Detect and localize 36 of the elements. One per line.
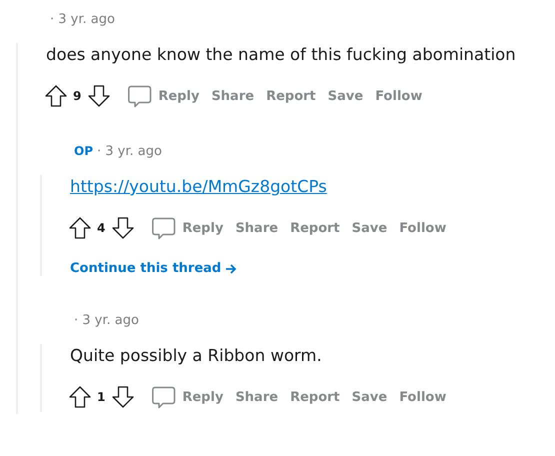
comment-icon bbox=[128, 84, 152, 108]
timestamp: · 3 yr. ago bbox=[97, 144, 162, 158]
continue-thread-link[interactable]: Continue this thread bbox=[70, 261, 238, 276]
comment-text: Quite possibly a Ribbon worm. bbox=[70, 345, 322, 367]
vote-count: 9 bbox=[73, 89, 82, 103]
upvote-icon[interactable] bbox=[69, 217, 91, 239]
reply-button[interactable]: Reply bbox=[148, 216, 228, 240]
vote-count: 1 bbox=[97, 390, 106, 404]
timestamp: · 3 yr. ago bbox=[74, 312, 139, 328]
action-button[interactable]: Report bbox=[286, 220, 344, 236]
downvote-icon[interactable] bbox=[112, 386, 134, 408]
comment-icon bbox=[152, 386, 176, 408]
downvote-icon[interactable] bbox=[88, 85, 110, 107]
upvote-icon[interactable] bbox=[45, 85, 67, 107]
reply-button[interactable]: Reply bbox=[124, 84, 204, 108]
action-button[interactable]: Follow bbox=[395, 220, 450, 236]
arrow-icon bbox=[225, 262, 238, 274]
action-button[interactable]: Report bbox=[262, 88, 320, 104]
action-button[interactable]: Save bbox=[348, 390, 392, 404]
author-name[interactable]: OP bbox=[74, 144, 93, 158]
comment-link[interactable]: https://youtu.be/MmGz8gotCPs bbox=[70, 175, 327, 199]
downvote-icon[interactable] bbox=[112, 217, 134, 239]
comment-text: does anyone know the name of this fucking abomination bbox=[46, 44, 516, 66]
action-button[interactable]: Save bbox=[348, 220, 392, 236]
action-button[interactable]: Report bbox=[286, 390, 344, 404]
timestamp: · 3 yr. ago bbox=[50, 12, 115, 26]
upvote-icon[interactable] bbox=[69, 386, 91, 408]
vote-count: 4 bbox=[97, 221, 106, 235]
comment-icon bbox=[152, 216, 176, 240]
action-button[interactable]: Share bbox=[231, 220, 282, 236]
action-button[interactable]: Share bbox=[231, 390, 282, 404]
action-button[interactable]: Follow bbox=[371, 88, 426, 104]
reply-button[interactable]: Reply bbox=[148, 386, 228, 408]
action-button[interactable]: Follow bbox=[395, 390, 450, 404]
action-button[interactable]: Save bbox=[324, 88, 368, 104]
action-button[interactable]: Share bbox=[207, 88, 258, 104]
